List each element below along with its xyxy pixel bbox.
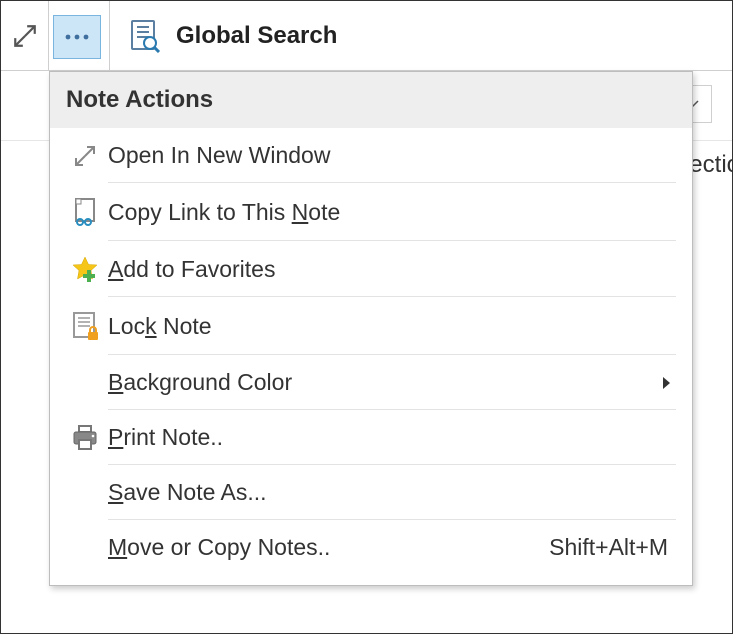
- ellipsis-icon: [63, 32, 91, 42]
- toolbar-separator: [109, 1, 110, 71]
- menu-item-open-new-window[interactable]: Open In New Window: [50, 128, 692, 183]
- menu-item-label: Copy Link to This Note: [108, 199, 674, 226]
- menu-item-background-color[interactable]: Background Color: [50, 355, 692, 410]
- expand-arrows-icon: [12, 23, 38, 49]
- background-text-fragment: ectio: [689, 151, 733, 179]
- lock-note-icon: [62, 311, 108, 341]
- menu-item-label: Move or Copy Notes..: [108, 534, 549, 561]
- menu-item-label: Print Note..: [108, 424, 674, 451]
- menu-item-label: Lock Note: [108, 313, 674, 340]
- menu-item-save-note-as[interactable]: Save Note As...: [50, 465, 692, 520]
- menu-item-add-favorites[interactable]: Add to Favorites: [50, 241, 692, 297]
- menu-item-print-note[interactable]: Print Note..: [50, 410, 692, 465]
- menu-item-label: Open In New Window: [108, 142, 674, 169]
- menu-item-copy-link[interactable]: Copy Link to This Note: [50, 183, 692, 241]
- more-actions-button[interactable]: [53, 15, 101, 59]
- menu-item-lock-note[interactable]: Lock Note: [50, 297, 692, 355]
- menu-item-label: Save Note As...: [108, 479, 674, 506]
- star-add-icon: [62, 255, 108, 283]
- menu-item-label: Background Color: [108, 369, 662, 396]
- menu-shortcut: Shift+Alt+M: [549, 534, 668, 561]
- menu-item-label: Add to Favorites: [108, 256, 674, 283]
- page-title: Global Search: [176, 22, 337, 50]
- expand-button[interactable]: [1, 1, 49, 71]
- menu-title: Note Actions: [50, 72, 692, 128]
- open-new-window-icon: [62, 144, 108, 168]
- print-icon: [62, 425, 108, 451]
- submenu-arrow-icon: [662, 376, 672, 390]
- toolbar: Global Search: [1, 1, 732, 71]
- search-list-icon: [128, 19, 162, 53]
- menu-item-move-copy-notes[interactable]: Move or Copy Notes.. Shift+Alt+M: [50, 520, 692, 575]
- copy-link-icon: [62, 197, 108, 227]
- note-actions-menu: Note Actions Open In New Window Copy Lin…: [49, 71, 693, 586]
- header-title-wrap: Global Search: [128, 19, 337, 53]
